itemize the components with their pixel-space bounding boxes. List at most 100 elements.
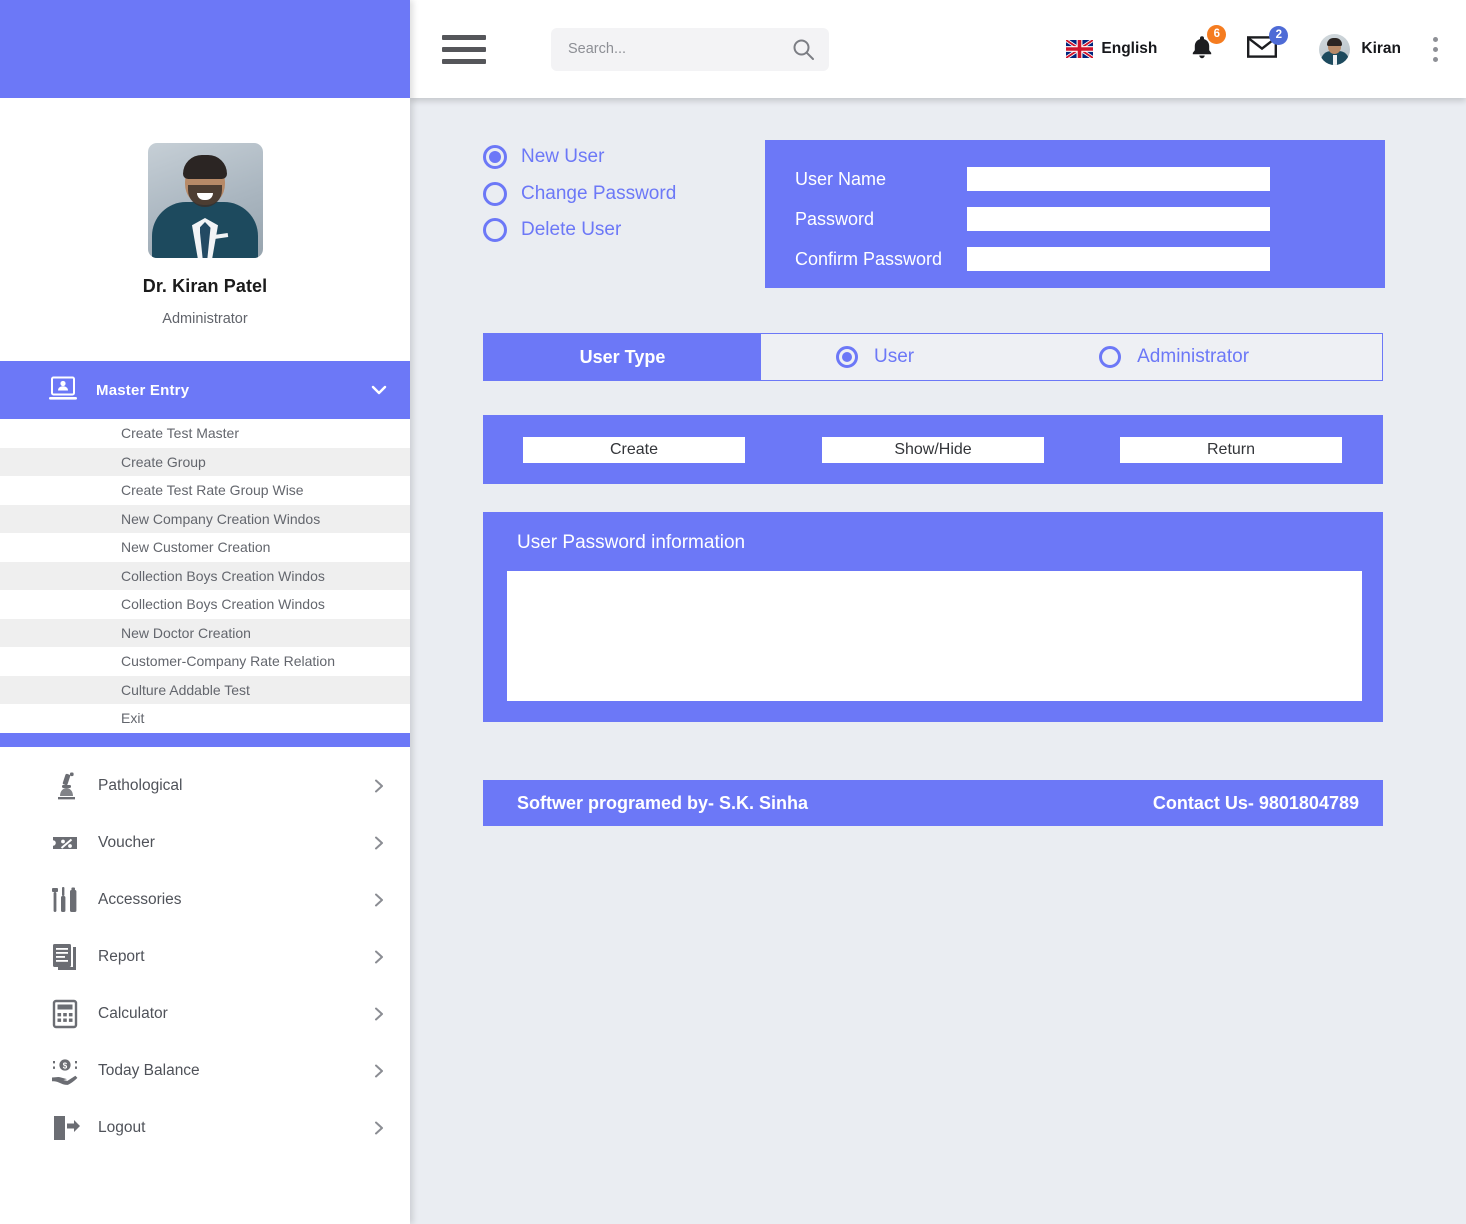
chevron-right-icon <box>372 1007 386 1021</box>
radio-label: Delete User <box>521 219 622 240</box>
voucher-percent-icon <box>50 828 80 858</box>
notifications-button[interactable]: 6 <box>1189 24 1227 65</box>
messages-button[interactable]: 2 <box>1247 25 1289 64</box>
submenu-item[interactable]: New Company Creation Windos <box>0 504 410 533</box>
master-entry-submenu: Create Test Master Create Group Create T… <box>0 419 410 733</box>
sidebar-nav-list: Pathological Voucher Accessories Report … <box>0 747 410 1156</box>
field-row-user-name: User Name <box>765 160 1385 198</box>
hamburger-menu-icon[interactable] <box>442 34 486 64</box>
user-password-information-panel: User Password information <box>483 512 1383 722</box>
search-box[interactable] <box>551 27 829 71</box>
sidebar-item-label: Logout <box>98 1119 146 1136</box>
profile-role: Administrator <box>162 311 248 327</box>
more-options-icon[interactable] <box>1433 36 1438 62</box>
info-panel-title: User Password information <box>517 532 746 553</box>
user-name-label: Kiran <box>1361 40 1401 57</box>
top-navigation-bar: English 6 2 Ki <box>410 0 1466 98</box>
radio-mark-icon[interactable] <box>1099 346 1122 368</box>
submenu-item[interactable]: New Doctor Creation <box>0 618 410 647</box>
chevron-down-icon <box>370 381 388 399</box>
return-button[interactable]: Return <box>1120 436 1342 463</box>
user-password-information-textarea[interactable] <box>507 571 1362 701</box>
user-type-options: User Administrator <box>761 334 1382 380</box>
chevron-right-icon <box>372 779 386 793</box>
sidebar-item-master-entry[interactable]: Master Entry <box>0 361 410 419</box>
calculator-icon <box>50 999 80 1029</box>
radio-label: User <box>874 346 915 367</box>
sidebar: Dr. Kiran Patel Administrator Master Ent… <box>0 0 410 1224</box>
radio-mark-icon[interactable] <box>483 218 507 242</box>
footer-bar: Softwer programed by- S.K. Sinha Contact… <box>483 780 1383 826</box>
profile-card: Dr. Kiran Patel Administrator <box>0 98 410 349</box>
sidebar-item-pathological[interactable]: Pathological <box>0 758 410 814</box>
submenu-item[interactable]: Collection Boys Creation Windos <box>0 561 410 590</box>
radio-mark-icon[interactable] <box>483 145 507 169</box>
radio-new-user[interactable]: New User <box>483 145 676 169</box>
user-menu[interactable]: Kiran <box>1319 33 1401 65</box>
main-content: New User Change Password Delete User Use… <box>410 98 1466 1224</box>
create-button[interactable]: Create <box>523 436 745 463</box>
sidebar-item-voucher[interactable]: Voucher <box>0 815 410 871</box>
microscope-icon <box>50 771 80 801</box>
bell-icon <box>1189 35 1215 64</box>
field-label: User Name <box>795 168 887 189</box>
radio-label: Change Password <box>521 182 677 204</box>
action-button-panel: Create Show/Hide Return <box>483 415 1383 484</box>
search-input[interactable] <box>568 41 791 57</box>
field-label: Confirm Password <box>795 248 943 269</box>
topbar-right-group: English 6 2 Kiran <box>1065 24 1438 65</box>
chevron-right-icon <box>372 950 386 964</box>
submenu-item[interactable]: Create Test Master <box>0 419 410 448</box>
confirm-password-input[interactable] <box>967 247 1270 271</box>
sidebar-item-today-balance[interactable]: $ Today Balance <box>0 1043 410 1099</box>
sidebar-item-label: Report <box>98 948 145 965</box>
radio-user-type-user[interactable]: User <box>836 346 914 368</box>
sidebar-item-label: Accessories <box>98 891 182 908</box>
envelope-icon <box>1247 35 1278 63</box>
chevron-right-icon <box>372 836 386 850</box>
radio-user-type-administrator[interactable]: Administrator <box>1099 346 1249 368</box>
radio-mark-icon[interactable] <box>483 181 507 206</box>
svg-text:$: $ <box>63 1062 68 1071</box>
search-icon[interactable] <box>791 37 815 61</box>
submenu-item[interactable]: New Customer Creation <box>0 533 410 562</box>
show-hide-button[interactable]: Show/Hide <box>822 436 1044 463</box>
notification-badge: 6 <box>1207 24 1227 44</box>
radio-label: Administrator <box>1137 346 1250 367</box>
logout-icon <box>50 1113 80 1143</box>
radio-delete-user[interactable]: Delete User <box>483 218 676 242</box>
test-tubes-icon <box>50 885 80 915</box>
field-row-password: Password <box>765 200 1385 238</box>
footer-credit: Softwer programed by- S.K. Sinha <box>517 792 809 813</box>
profile-name: Dr. Kiran Patel <box>142 276 268 296</box>
submenu-item[interactable]: Customer-Company Rate Relation <box>0 647 410 676</box>
sidebar-item-report[interactable]: Report <box>0 929 410 985</box>
chevron-right-icon <box>372 1121 386 1135</box>
language-label[interactable]: English <box>1101 40 1157 58</box>
submenu-item[interactable]: Culture Addable Test <box>0 675 410 704</box>
submenu-item-exit[interactable]: Exit <box>0 704 410 733</box>
hand-money-icon: $ <box>50 1056 80 1086</box>
sidebar-item-logout[interactable]: Logout <box>0 1100 410 1156</box>
submenu-item[interactable]: Create Test Rate Group Wise <box>0 476 410 505</box>
password-input[interactable] <box>967 207 1270 231</box>
submenu-item[interactable]: Create Group <box>0 447 410 476</box>
sidebar-item-accessories[interactable]: Accessories <box>0 872 410 928</box>
sidebar-item-label: Pathological <box>98 777 183 794</box>
radio-change-password[interactable]: Change Password <box>483 181 677 206</box>
user-type-label: User Type <box>484 334 761 380</box>
sidebar-item-label: Voucher <box>98 834 155 851</box>
uk-flag-icon <box>1065 38 1095 60</box>
field-row-confirm-password: Confirm Password <box>765 240 1385 278</box>
sidebar-item-calculator[interactable]: Calculator <box>0 986 410 1042</box>
master-entry-label: Master Entry <box>96 381 190 399</box>
radio-mark-icon[interactable] <box>836 346 858 368</box>
mode-radio-group: New User Change Password Delete User <box>483 145 676 255</box>
submenu-item[interactable]: Collection Boys Creation Windos <box>0 590 410 619</box>
profile-avatar <box>147 143 263 258</box>
user-name-input[interactable] <box>967 167 1270 191</box>
sidebar-header-block <box>0 0 410 98</box>
chevron-right-icon <box>372 893 386 907</box>
sidebar-item-label: Today Balance <box>98 1062 200 1079</box>
chevron-right-icon <box>372 1064 386 1078</box>
